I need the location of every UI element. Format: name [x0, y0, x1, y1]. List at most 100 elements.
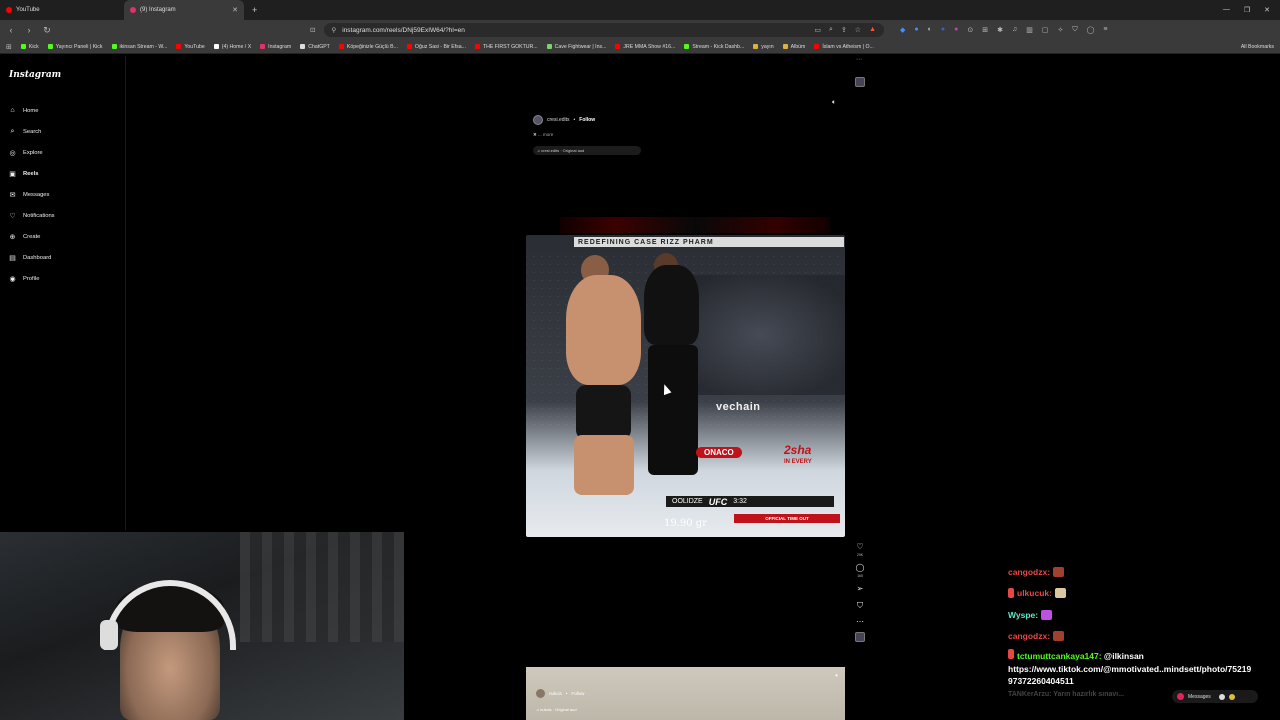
share-icon[interactable]: ➢: [857, 584, 864, 593]
x-icon: ✖: [533, 132, 537, 137]
brave-icon[interactable]: ▲: [869, 26, 876, 34]
profile-icon[interactable]: ◯: [1087, 26, 1095, 34]
bookmark-star-icon[interactable]: ⊡: [310, 26, 315, 34]
comment-icon[interactable]: ◯: [856, 563, 865, 572]
bookmark-item[interactable]: Instagram: [260, 44, 291, 50]
username[interactable]: cresi.edits: [547, 117, 570, 123]
extension-icon[interactable]: ⊞: [982, 26, 988, 34]
sidebar-item-reels[interactable]: ▣ Reels: [8, 163, 55, 184]
bookmark-item[interactable]: Köpeğinizle Güçlü B...: [338, 44, 398, 50]
chat-username[interactable]: ulkucuk:: [1017, 588, 1052, 598]
like-icon[interactable]: ♡: [856, 542, 863, 551]
site-info-icon[interactable]: ⚲: [331, 26, 336, 34]
chat-message: cangodzx:: [1008, 626, 1280, 648]
caption-more[interactable]: ✖ ... more: [533, 132, 643, 138]
share-icon[interactable]: ⇪: [841, 26, 847, 34]
close-window-icon[interactable]: ✕: [1264, 6, 1270, 14]
wallet-icon[interactable]: ▢: [1042, 26, 1049, 34]
all-bookmarks-button[interactable]: All Bookmarks: [1241, 44, 1280, 50]
next-reel-audio[interactable]: ♫ nukcis · Original aud: [536, 707, 577, 712]
media-icon[interactable]: ♫: [1012, 26, 1017, 34]
sidebar-item-home[interactable]: ⌂ Home: [8, 100, 55, 121]
menu-icon[interactable]: ≡: [1103, 26, 1107, 34]
bookmark-item[interactable]: İslam vs Atheism | O...: [814, 44, 874, 50]
username[interactable]: nukcis: [549, 691, 562, 696]
reload-icon[interactable]: ↻: [40, 25, 54, 36]
follow-button[interactable]: Follow: [579, 117, 595, 123]
star-icon[interactable]: ☆: [855, 26, 861, 34]
audio-pill[interactable]: ♫ cresi.edits · Original aud: [533, 146, 641, 155]
tab-instagram[interactable]: (9) Instagram ✕: [124, 0, 244, 20]
tab-youtube[interactable]: YouTube: [0, 0, 124, 20]
extension-icon[interactable]: ⊙: [967, 26, 973, 34]
bookmark-item[interactable]: Kick: [20, 44, 39, 50]
speaker-icon[interactable]: 🔈︎: [832, 99, 836, 107]
sidebar-item-profile[interactable]: ◉ Profile: [8, 268, 55, 289]
sidebar-item-label: Profile: [23, 275, 40, 282]
speaker-icon[interactable]: 🔈︎: [835, 673, 839, 680]
browser-toolbar: ‹ › ↻ ⊡ ⚲ instagram.com/reels/DNj59ExIW6…: [0, 20, 1280, 40]
sidebar-item-notifications[interactable]: ♡ Notifications: [8, 205, 54, 226]
vpn-icon[interactable]: ⛉: [1072, 26, 1077, 34]
extension-icon[interactable]: ●: [954, 26, 958, 34]
bookmark-item[interactable]: ChatGPT: [300, 44, 330, 50]
bookmark-favicon-icon: [47, 44, 53, 49]
chat-username[interactable]: Wyspe:: [1008, 610, 1038, 620]
bookmark-item[interactable]: YouTube: [176, 44, 205, 50]
more-options-icon[interactable]: ⋯: [856, 617, 864, 626]
chat-username[interactable]: tctumuttcankaya147:: [1017, 651, 1102, 661]
messages-pill[interactable]: Messages: [1172, 690, 1258, 703]
streamer-webcam: [0, 532, 404, 720]
minimize-icon[interactable]: —: [1223, 6, 1230, 14]
sidebar-item-dashboard[interactable]: ▤ Dashboard: [8, 247, 55, 268]
more-options-icon[interactable]: ⋯: [856, 56, 862, 63]
close-tab-icon[interactable]: ✕: [232, 6, 238, 14]
bookmark-item[interactable]: ikinsan Stream - W...: [111, 44, 167, 50]
forward-icon[interactable]: ›: [22, 25, 36, 35]
cast-icon[interactable]: ▭: [814, 26, 821, 34]
extension-icon[interactable]: ◆: [900, 26, 905, 34]
apps-icon[interactable]: ⊞: [6, 43, 12, 51]
headset: [104, 580, 236, 650]
leo-icon[interactable]: ✧: [1057, 26, 1063, 34]
avatar[interactable]: [533, 115, 543, 125]
bookmark-item[interactable]: Yayıncı Paneli | Kick: [47, 44, 103, 50]
save-icon[interactable]: ⛉: [857, 601, 863, 611]
bookmark-favicon-icon: [20, 44, 26, 49]
reel-video[interactable]: REDEFINING CASE RIZZ PHARM vechain ONACO…: [526, 235, 845, 537]
follow-button[interactable]: Follow: [571, 691, 584, 696]
puzzle-icon[interactable]: ✱: [997, 26, 1003, 34]
bookmark-item[interactable]: THE FIRST GOKTUR...: [474, 44, 538, 50]
sidebar-item-create[interactable]: ⊕ Create: [8, 226, 55, 247]
chat-username[interactable]: cangodzx:: [1008, 631, 1050, 641]
avatar[interactable]: [536, 689, 545, 698]
bookmark-item[interactable]: yayın: [753, 43, 774, 50]
bookmark-item[interactable]: Cave Fightwear | Ins...: [546, 44, 606, 50]
more-link[interactable]: ... more: [538, 132, 553, 137]
audio-thumbnail[interactable]: [855, 632, 865, 642]
extension-icon[interactable]: ●: [941, 26, 945, 34]
sidebar-item-messages[interactable]: ✉ Messages: [8, 184, 55, 205]
bookmark-item[interactable]: Oğuz Sasi - Bir Efsa...: [406, 44, 466, 50]
bookmark-item[interactable]: JRE MMA Show #16...: [615, 44, 675, 50]
chat-username[interactable]: cangodzx:: [1008, 567, 1050, 577]
back-icon[interactable]: ‹: [4, 25, 18, 35]
sidebar-item-explore[interactable]: ◎ Explore: [8, 142, 55, 163]
next-reel-preview[interactable]: 🔈︎ nukcis • Follow ♫ nukcis · Original a…: [526, 667, 845, 720]
referee-legs: [648, 345, 698, 475]
sidebar-icon[interactable]: ▥: [1026, 26, 1033, 34]
reel-author-thumbnail[interactable]: [855, 77, 865, 87]
instagram-logo[interactable]: Instagram: [9, 70, 61, 80]
bookmark-item[interactable]: Albüm: [782, 44, 805, 50]
bookmark-item[interactable]: (4) Home / X: [213, 44, 251, 50]
bookmark-label: yayın: [761, 43, 774, 50]
extension-icon[interactable]: ◐: [928, 26, 932, 34]
bookmark-item[interactable]: Stream - Kick Dashb...: [684, 44, 744, 50]
sidebar-item-search[interactable]: ⌕ Search: [8, 121, 55, 142]
extension-icon[interactable]: ●: [914, 26, 918, 34]
instagram-sidebar: Instagram ⌂ Home ⌕ Search ◎ Explore ▣ Reels ✉ Mes…: [0, 56, 126, 530]
address-bar[interactable]: ⊡ ⚲ instagram.com/reels/DNj59ExIW64/?hl=…: [310, 23, 884, 37]
new-tab-button[interactable]: +: [244, 5, 265, 15]
zoom-icon[interactable]: ⌕: [829, 26, 833, 34]
restore-icon[interactable]: ❐: [1244, 6, 1250, 14]
